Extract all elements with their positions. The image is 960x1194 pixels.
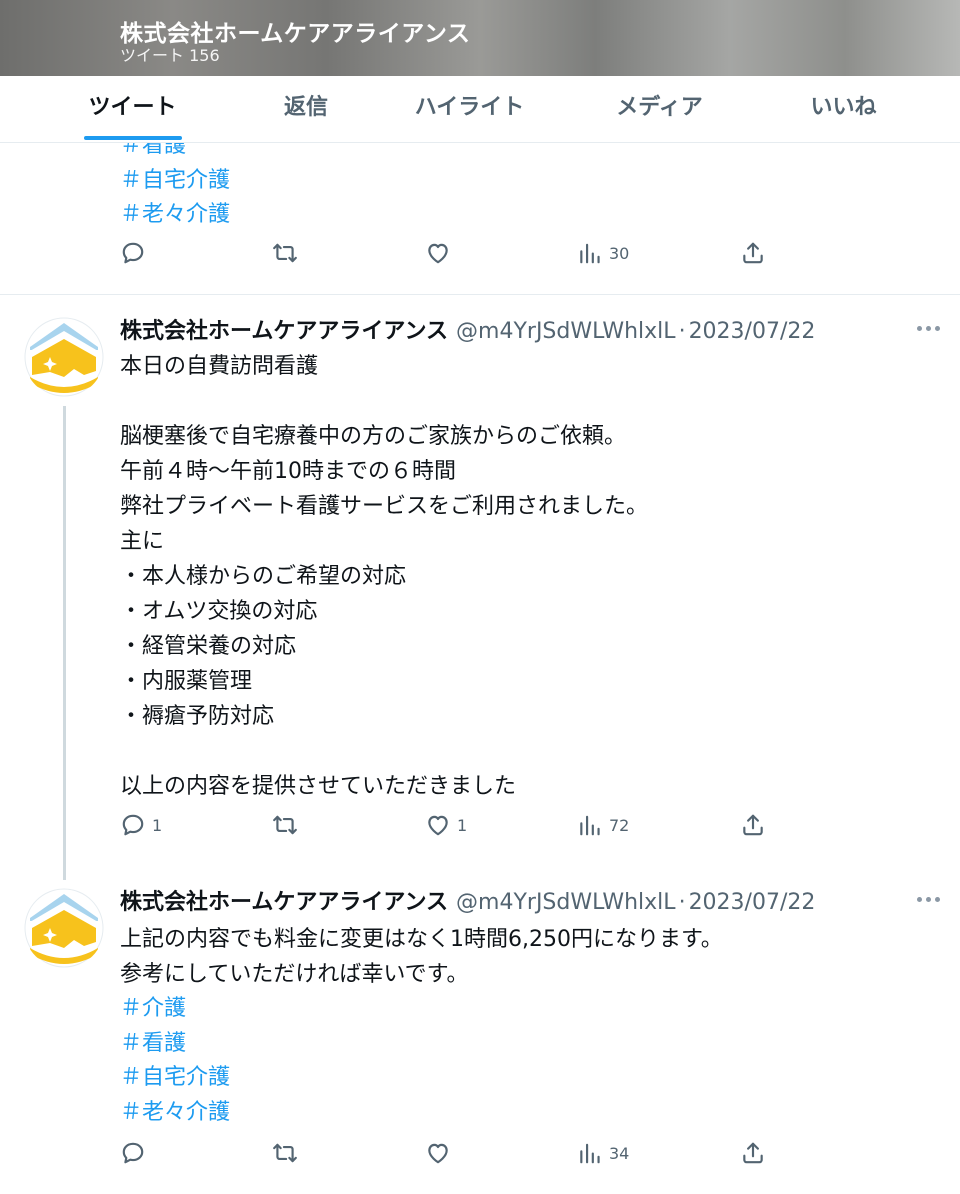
thread-line [63,406,66,880]
like-icon [428,1143,448,1164]
share-icon [743,242,763,264]
views-icon [580,815,600,836]
hashtag-link[interactable]: ＃老々介護 [120,1096,940,1131]
tweet-divider [0,294,960,295]
company-logo [24,317,104,397]
views-count: 34 [609,1143,630,1163]
share-button[interactable] [740,812,766,838]
author-handle[interactable]: @m4YrJSdWLWhlxlL [456,890,676,915]
retweet-button[interactable] [272,240,304,266]
share-button[interactable] [740,240,766,266]
active-tab-indicator [83,136,182,140]
profile-tabs: ツイート 返信 ハイライト メディア いいね [0,76,960,143]
views-button[interactable]: 34 [577,1140,629,1166]
more-icon [917,326,922,331]
reply-icon [122,242,144,264]
more-button[interactable] [914,890,944,910]
like-button[interactable] [425,1140,457,1166]
hashtag-link[interactable]: ＃自宅介護 [120,164,920,199]
views-button[interactable]: 30 [577,240,629,266]
tweet-text: 上記の内容でも料金に変更はなく1時間6,250円になります。 参考にしていただけ… [120,927,723,987]
reply-button[interactable]: 1 [120,812,162,838]
tab-replies[interactable]: 返信 [265,76,347,142]
retweet-button[interactable] [272,812,304,838]
avatar[interactable] [24,317,104,397]
company-logo [24,888,104,968]
like-button[interactable]: 1 [425,812,467,838]
views-icon [580,1143,600,1164]
reply-count: 1 [152,815,163,835]
views-count: 72 [609,815,630,835]
hashtag-link[interactable]: ＃老々介護 [120,198,920,226]
avatar[interactable] [24,888,104,968]
tweet-date[interactable]: 2023/07/22 [689,890,816,915]
hashtag-link[interactable]: ＃介護 [120,992,940,1027]
separator: · [678,319,686,344]
share-icon [743,814,763,836]
tab-tweets-label: ツイート [88,95,177,120]
views-button[interactable]: 72 [577,812,629,838]
separator: · [678,890,686,915]
tweet-date[interactable]: 2023/07/22 [689,319,816,344]
author-handle[interactable]: @m4YrJSdWLWhlxlL [456,319,676,344]
tweet-content: 上記の内容でも料金に変更はなく1時間6,250円になります。 参考にしていただけ… [120,922,940,1130]
share-icon [743,1142,763,1164]
tab-media[interactable]: メディア [592,76,727,142]
tweet-count: ツイート 156 [120,46,220,65]
tab-tweets[interactable]: ツイート [0,76,265,142]
tweet-header: 株式会社ホームケアアライアンス @m4YrJSdWLWhlxlL · 2023/… [120,313,815,345]
views-icon [580,243,600,264]
tab-likes-label: いいね [810,95,877,120]
share-button[interactable] [740,1140,766,1166]
reply-button[interactable] [120,240,152,266]
tweet-actions: 1 1 72 [120,812,780,848]
like-icon [428,243,448,264]
author-name[interactable]: 株式会社ホームケアアライアンス [120,884,448,916]
like-count: 1 [457,815,468,835]
reply-icon [122,1142,144,1164]
more-button[interactable] [914,319,944,339]
tweet-text: 本日の自費訪問看護 脳梗塞後で自宅療養中の方のご家族からのご依頼。 午前４時〜午… [120,354,649,799]
tab-replies-label: 返信 [283,95,328,120]
tab-likes[interactable]: いいね [727,76,960,142]
retweet-icon [273,1143,297,1163]
reply-button[interactable] [120,1140,152,1166]
like-icon [428,815,448,836]
author-name[interactable]: 株式会社ホームケアアライアンス [120,313,448,345]
profile-header: 株式会社ホームケアアライアンス ツイート 156 [0,0,960,76]
tweet-header: 株式会社ホームケアアライアンス @m4YrJSdWLWhlxlL · 2023/… [120,884,815,916]
tab-media-label: メディア [616,95,703,120]
views-count: 30 [609,243,630,263]
retweet-icon [273,243,297,263]
hashtag-link[interactable]: ＃看護 [120,1027,940,1062]
more-icon [917,897,922,902]
tab-highlights[interactable]: ハイライト [347,76,592,142]
retweet-icon [273,815,297,835]
like-button[interactable] [425,240,457,266]
tab-highlights-label: ハイライト [414,95,525,120]
tweet-actions: 34 [120,1140,780,1176]
tweet-actions: 30 [120,240,780,276]
reply-icon [122,814,144,836]
hashtag-link[interactable]: ＃自宅介護 [120,1061,940,1096]
retweet-button[interactable] [272,1140,304,1166]
